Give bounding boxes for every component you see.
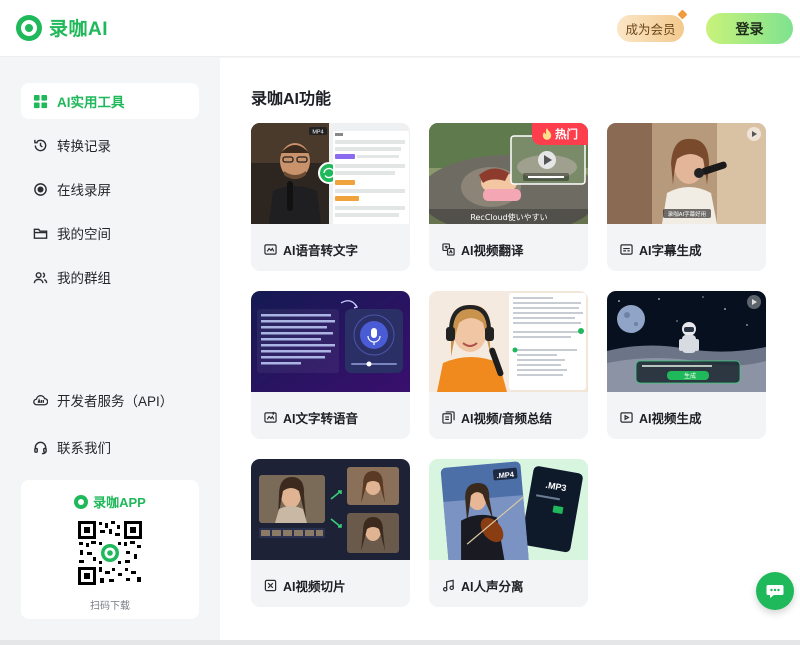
group-icon bbox=[33, 270, 48, 285]
summary-icon bbox=[442, 411, 455, 424]
thumb-woman-mic: 录咖AI字幕好用 bbox=[607, 123, 766, 224]
sidebar-item-space[interactable]: 我的空间 bbox=[21, 215, 199, 251]
sidebar-item-label: 联系我们 bbox=[57, 441, 111, 456]
card-label-text: AI视频生成 bbox=[639, 412, 702, 426]
main-content: 录咖AI功能 MP4 AI语音转文字 RecCloud使いやすい 热门 AI视频… bbox=[220, 58, 800, 645]
cloud-api-icon bbox=[33, 393, 48, 408]
card-video-gen[interactable]: 生成 AI视频生成 bbox=[607, 291, 766, 439]
subtitle-icon bbox=[620, 244, 633, 255]
thumb-tts-panel bbox=[251, 291, 410, 392]
folder-icon bbox=[33, 226, 48, 241]
card-label: AI视频翻译 bbox=[442, 240, 524, 259]
qr-code bbox=[78, 521, 142, 585]
thumb-caption: RecCloud使いやすい bbox=[470, 212, 547, 222]
card-label-text: AI人声分离 bbox=[461, 580, 524, 594]
login-button[interactable]: 登录 bbox=[706, 13, 793, 44]
clip-icon bbox=[264, 579, 277, 592]
card-label: AI视频切片 bbox=[264, 576, 346, 595]
sidebar-item-label: 我的空间 bbox=[57, 227, 111, 242]
card-video-translate[interactable]: RecCloud使いやすい 热门 AI视频翻译 bbox=[429, 123, 588, 271]
logo-icon bbox=[74, 494, 89, 509]
fire-icon bbox=[542, 128, 552, 140]
sidebar-item-api[interactable]: 开发者服务（API） bbox=[21, 382, 199, 418]
card-summary[interactable]: AI视频/音频总结 bbox=[429, 291, 588, 439]
app-download-card: 录咖APP 扫码下载 bbox=[21, 480, 199, 619]
card-label-text: AI视频/音频总结 bbox=[461, 412, 552, 426]
thumb-podcast-transcript: MP4 bbox=[251, 123, 410, 224]
card-label: AI字幕生成 bbox=[620, 240, 702, 259]
thumb-woman-headphones bbox=[429, 291, 588, 392]
page-title: 录咖AI功能 bbox=[251, 91, 332, 108]
sidebar-item-label: 转换记录 bbox=[57, 139, 111, 154]
generate-button-text: 生成 bbox=[684, 372, 696, 380]
speech-to-text-icon bbox=[264, 244, 277, 255]
sidebar-item-label: 在线录屏 bbox=[57, 183, 111, 198]
sidebar-item-record[interactable]: 在线录屏 bbox=[21, 171, 199, 207]
logo-icon bbox=[16, 14, 42, 41]
thumb-astronaut-moon: 生成 bbox=[607, 291, 766, 392]
card-vocal-separation[interactable]: .MP3 .MP4 AI人声分离 bbox=[429, 459, 588, 607]
translate-icon bbox=[442, 243, 455, 256]
hot-badge-text: 热门 bbox=[555, 129, 578, 141]
chat-bubble-icon bbox=[766, 585, 784, 598]
sidebar-item-label: AI实用工具 bbox=[57, 95, 125, 110]
card-label-text: AI字幕生成 bbox=[639, 244, 702, 258]
card-label: AI视频/音频总结 bbox=[442, 408, 552, 427]
card-video-clip[interactable]: AI视频切片 bbox=[251, 459, 410, 607]
sidebar-item-ai-tools[interactable]: AI实用工具 bbox=[21, 83, 199, 119]
sidebar-item-label: 开发者服务（API） bbox=[57, 394, 174, 409]
grid-icon bbox=[33, 94, 48, 109]
record-icon bbox=[33, 182, 48, 197]
hot-badge: 热门 bbox=[532, 123, 588, 145]
card-label: AI视频生成 bbox=[620, 408, 702, 427]
sidebar-item-group[interactable]: 我的群组 bbox=[21, 259, 199, 295]
sidebar-item-history[interactable]: 转换记录 bbox=[21, 127, 199, 163]
thumb-video-clips bbox=[251, 459, 410, 560]
card-label: AI语音转文字 bbox=[264, 240, 358, 259]
card-label: AI人声分离 bbox=[442, 576, 524, 595]
thumb-violin-mp3: .MP3 .MP4 bbox=[429, 459, 588, 560]
card-label-text: AI语音转文字 bbox=[283, 244, 359, 258]
sidebar-item-label: 我的群组 bbox=[57, 271, 111, 286]
app-title: 录咖APP bbox=[21, 492, 199, 511]
chat-support-button[interactable] bbox=[756, 572, 794, 610]
headset-icon bbox=[33, 440, 48, 455]
music-note-icon bbox=[442, 579, 455, 592]
card-speech-to-text[interactable]: MP4 AI语音转文字 bbox=[251, 123, 410, 271]
sidebar-item-contact[interactable]: 联系我们 bbox=[21, 429, 199, 465]
svg-text:MP4: MP4 bbox=[312, 130, 323, 136]
mp4-tag: .MP4 bbox=[496, 470, 515, 481]
sidebar: AI实用工具 转换记录 在线录屏 我的空间 我的群组 开发者服务（API） 联系… bbox=[0, 58, 220, 645]
thumb-caption: 录咖AI字幕好用 bbox=[668, 210, 706, 218]
card-subtitle-gen[interactable]: 录咖AI字幕好用 AI字幕生成 bbox=[607, 123, 766, 271]
card-label-text: AI文字转语音 bbox=[283, 412, 359, 426]
text-to-speech-icon bbox=[264, 411, 277, 423]
bottom-scroll-edge bbox=[0, 640, 800, 645]
app-title-text: 录咖APP bbox=[93, 495, 146, 510]
card-label-text: AI视频切片 bbox=[283, 580, 346, 594]
card-text-to-speech[interactable]: AI文字转语音 bbox=[251, 291, 410, 439]
video-gen-icon bbox=[620, 412, 633, 423]
top-header: 录咖AI 成为会员 登录 bbox=[0, 0, 800, 57]
card-label-text: AI视频翻译 bbox=[461, 244, 524, 258]
brand-logo[interactable]: 录咖AI bbox=[16, 14, 108, 41]
card-label: AI文字转语音 bbox=[264, 408, 358, 427]
brand-name: 录咖AI bbox=[49, 19, 109, 40]
history-icon bbox=[33, 138, 48, 153]
scan-download-text: 扫码下载 bbox=[90, 601, 130, 612]
become-member-button[interactable]: 成为会员 bbox=[617, 15, 684, 42]
